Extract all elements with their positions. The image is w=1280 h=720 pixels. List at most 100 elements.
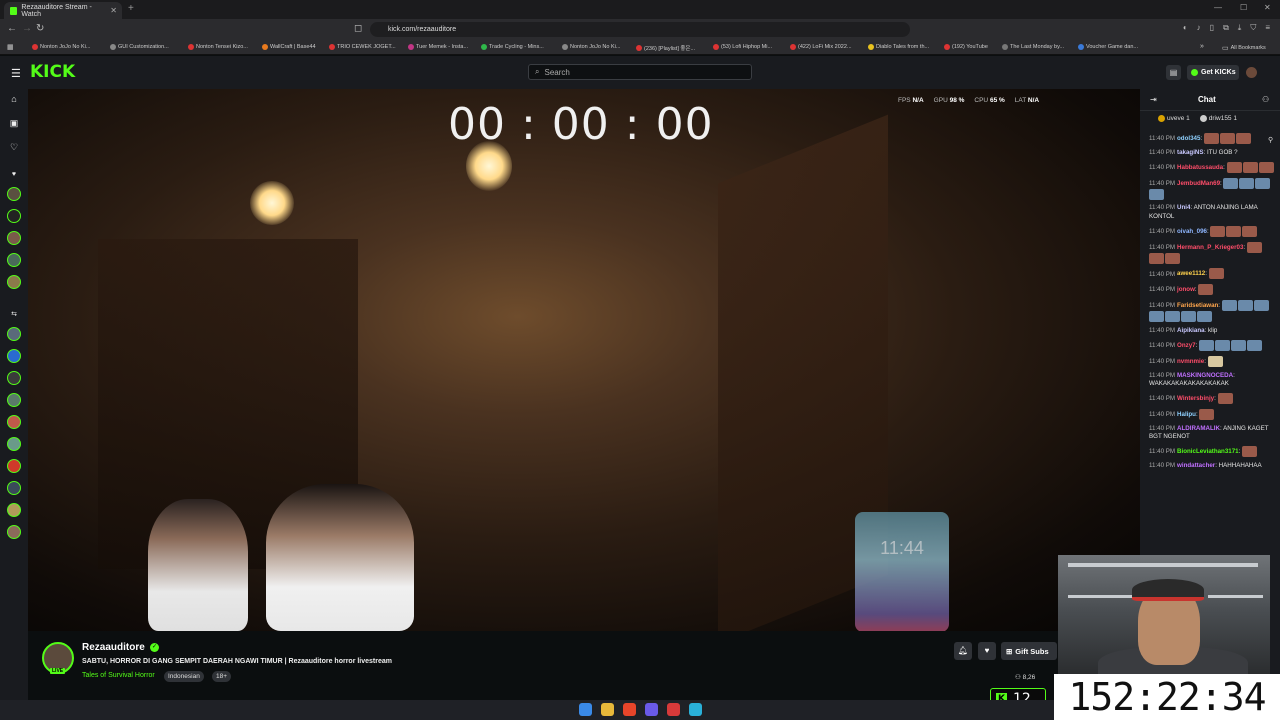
recommended-channel-avatar[interactable] [7, 415, 21, 429]
notification-bell-icon[interactable]: 🔔︎ [954, 642, 972, 660]
chat-username[interactable]: jonow [1177, 286, 1195, 293]
bookmark-item[interactable]: Nonton JoJo No Ki... [562, 44, 620, 50]
edge-browser-icon[interactable] [689, 703, 702, 716]
close-window-icon[interactable]: ✕ [1264, 3, 1271, 12]
maximize-icon[interactable]: ☐ [1240, 3, 1247, 12]
bookmark-item[interactable]: WallCraft | Base44 [262, 44, 316, 50]
stream-category[interactable]: Tales of Survival Horror [82, 672, 155, 679]
home-icon[interactable]: ⌂ [8, 93, 20, 105]
windows-start-icon[interactable] [579, 703, 592, 716]
followed-channel-avatar[interactable] [7, 209, 21, 223]
bookmark-item[interactable]: Nonton Tensei Kizo... [188, 44, 248, 50]
hamburger-menu-icon[interactable]: ☰ [11, 67, 21, 80]
chat-username[interactable]: Uni4 [1177, 204, 1190, 211]
follow-heart-icon[interactable]: ♥ [978, 642, 996, 660]
back-icon[interactable]: ← [7, 23, 17, 34]
gift-subs-button[interactable]: ⊞ Gift Subs [1001, 642, 1057, 660]
gifter-item[interactable]: driw155 1 [1199, 115, 1237, 122]
recommended-channel-avatar[interactable] [7, 481, 21, 495]
bookmark-icon[interactable]: ◻ [354, 23, 362, 34]
brave-browser-icon[interactable] [623, 703, 636, 716]
recommended-channel-avatar[interactable] [7, 437, 21, 451]
chat-username[interactable]: takagiNS [1177, 149, 1203, 156]
followed-channel-avatar[interactable] [7, 231, 21, 245]
menu-icon[interactable]: ≡ [1265, 23, 1270, 33]
forward-icon[interactable]: → [22, 23, 32, 34]
chat-username[interactable]: Habbatussauda [1177, 164, 1223, 171]
chat-username[interactable]: nvmnmie [1177, 358, 1204, 365]
tag-language[interactable]: Indonesian [164, 671, 204, 682]
file-explorer-icon[interactable] [601, 703, 614, 716]
bookmark-item[interactable]: GUI Customization... [110, 44, 169, 50]
recommended-channel-avatar[interactable] [7, 525, 21, 539]
chat-text: ITU GOB ? [1206, 148, 1238, 156]
bookmark-item[interactable]: The Last Monday by... [1002, 44, 1064, 50]
sidebar-icon[interactable]: ▯ [1210, 23, 1214, 33]
more-bookmarks-icon[interactable]: » [1200, 43, 1204, 50]
recommended-channel-avatar[interactable] [7, 393, 21, 407]
tag-mature[interactable]: 18+ [212, 671, 232, 682]
recommended-channel-avatar[interactable] [7, 459, 21, 473]
bookmark-item[interactable]: TRIO CEWEK JOGET... [329, 44, 396, 50]
bookmark-item[interactable]: Tuer Memek - Insta... [408, 44, 468, 50]
chat-username[interactable]: ALDIRAMALIK [1177, 425, 1220, 432]
close-tab-icon[interactable]: ✕ [110, 6, 117, 15]
download-icon[interactable]: ⤓ [1238, 23, 1242, 33]
bookmark-item[interactable]: (192) YouTube [944, 44, 988, 50]
search-input[interactable]: ⌕ Search [528, 64, 752, 80]
chat-username[interactable]: windattacher [1177, 462, 1215, 469]
followed-channel-avatar[interactable] [7, 275, 21, 289]
chat-username[interactable]: awee1112 [1177, 271, 1205, 278]
following-heart-icon[interactable]: ♡ [8, 141, 20, 153]
discord-icon[interactable] [645, 703, 658, 716]
recommended-channel-avatar[interactable] [7, 503, 21, 517]
layout-icon[interactable]: ▤ [1166, 65, 1181, 80]
bookmark-item[interactable]: Voucher Game dan... [1078, 44, 1138, 50]
user-avatar[interactable] [1246, 67, 1257, 78]
search-placeholder: Search [544, 67, 570, 77]
kick-logo[interactable]: KICK [30, 62, 75, 82]
collapse-chat-icon[interactable]: ⇥ [1150, 95, 1157, 104]
video-player[interactable]: 00 : 00 : 00 FPS N/A GPU 98 % CPU 65 % L… [28, 89, 1140, 631]
followed-channel-avatar[interactable] [7, 253, 21, 267]
chat-username[interactable]: Onzy7 [1177, 342, 1196, 349]
bookmark-item[interactable]: (53) Lofi Hiphop Mi... [713, 44, 772, 50]
extension-icon[interactable]: ◐ [1183, 23, 1188, 33]
chat-username[interactable]: Aipikiana [1177, 327, 1205, 334]
bookmark-item[interactable]: (422) LoFi Mix 2022... [790, 44, 852, 50]
followed-channel-avatar[interactable] [7, 187, 21, 201]
chat-username[interactable]: oivah_096 [1177, 228, 1207, 235]
chat-username[interactable]: BionicLeviathan3171 [1177, 448, 1239, 455]
reload-icon[interactable]: ↻ [36, 23, 44, 34]
bookmark-item[interactable]: Diablo Tales from th... [868, 44, 929, 50]
gifter-item[interactable]: uveve 1 [1158, 115, 1190, 122]
all-bookmarks[interactable]: ▭ All Bookmarks [1222, 44, 1266, 52]
channel-name[interactable]: Rezaauditore [82, 642, 145, 653]
get-kicks-button[interactable]: Get KICKs [1187, 65, 1239, 80]
ingame-phone: 11:44 [855, 512, 949, 631]
recommended-channel-avatar[interactable] [7, 349, 21, 363]
recommended-channel-avatar[interactable] [7, 327, 21, 341]
browser-tab[interactable]: Rezaauditore Stream - Watch ✕ [4, 2, 122, 19]
bookmark-item[interactable]: Trade Cycling - Mins... [481, 44, 544, 50]
chat-username[interactable]: MASKINGNOCEDA [1177, 372, 1233, 379]
apps-icon[interactable]: ▦ [7, 43, 14, 51]
new-tab-icon[interactable]: + [128, 3, 134, 14]
copy-icon[interactable]: ⧉ [1223, 23, 1229, 33]
chat-users-icon[interactable]: ⚇ [1262, 95, 1269, 104]
browse-icon[interactable]: ▣ [8, 117, 20, 129]
address-bar[interactable]: kick.com/rezaauditore [370, 22, 910, 37]
chat-username[interactable]: Hermann_P_Krieger03 [1177, 244, 1243, 251]
minimize-icon[interactable]: — [1214, 3, 1222, 12]
recommended-channel-avatar[interactable] [7, 371, 21, 385]
chat-username[interactable]: Halipu [1177, 411, 1196, 418]
chat-username[interactable]: Wintersbinjy [1177, 395, 1214, 402]
bookmark-item[interactable]: Nonton JoJo No Ki... [32, 44, 90, 50]
shield-icon[interactable]: ⛉ [1250, 23, 1256, 33]
chat-username[interactable]: odol345 [1177, 135, 1200, 142]
bookmark-item[interactable]: (236) [Playlist] 좋은... [636, 44, 695, 52]
chat-username[interactable]: Faridsetiawan [1177, 302, 1218, 309]
music-icon[interactable]: ♪ [1197, 23, 1201, 33]
chat-username[interactable]: JembudMan69 [1177, 180, 1220, 187]
app-icon[interactable] [667, 703, 680, 716]
